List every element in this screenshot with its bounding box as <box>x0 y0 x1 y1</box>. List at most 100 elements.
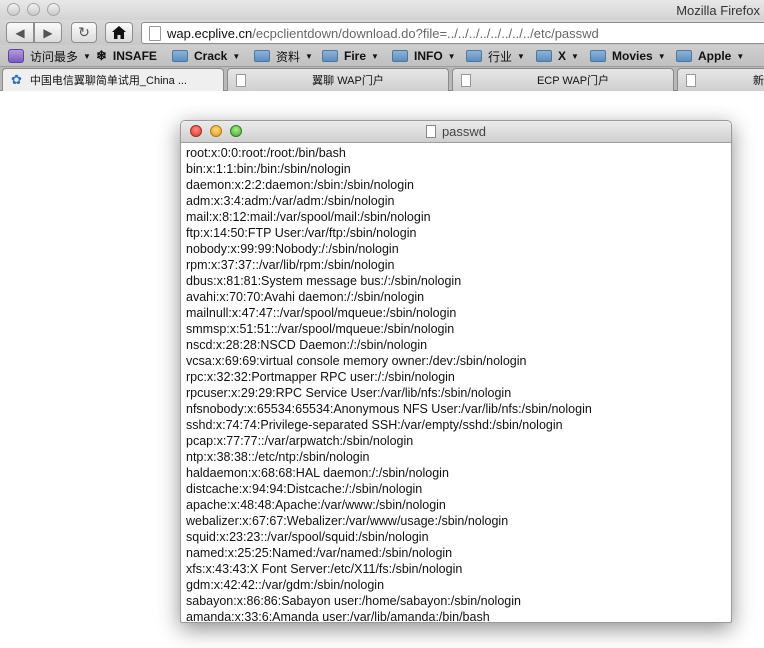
tab-yiliao-wap[interactable]: 翼聊 WAP门户 <box>227 68 449 91</box>
bookmark-label: Apple <box>698 49 732 63</box>
passwd-line: amanda:x:33:6:Amanda user:/var/lib/amand… <box>186 610 490 623</box>
bookmark-label: 行业 <box>488 49 513 64</box>
minimize-window-button[interactable] <box>27 3 40 16</box>
preview-title: passwd <box>181 124 731 139</box>
chevron-down-icon: ▼ <box>232 51 241 61</box>
chevron-down-icon: ▼ <box>371 51 379 61</box>
passwd-preview-window: passwd root:x:0:0:root:/root:/bin/bash bi… <box>180 120 732 623</box>
passwd-line: root:x:0:0:root:/root:/bin/bash <box>186 146 346 160</box>
chevron-down-icon: ▼ <box>447 51 456 61</box>
folder-icon <box>392 50 408 62</box>
bookmark-folder-fire[interactable]: Fire ▼ <box>322 48 379 64</box>
passwd-line: distcache:x:94:94:Distcache:/:/sbin/nolo… <box>186 482 423 496</box>
passwd-line: avahi:x:70:70:Avahi daemon:/:/sbin/nolog… <box>186 290 425 304</box>
url-bar[interactable]: wap.ecplive.cn/ecpclientdown/download.do… <box>141 22 764 44</box>
page-icon <box>149 25 161 41</box>
passwd-line: mail:x:8:12:mail:/var/spool/mail:/sbin/n… <box>186 210 431 224</box>
navigation-toolbar: ◀ ▶ ↻ wap.ecplive.cn/ecpclientdown/downl… <box>0 20 764 45</box>
passwd-line: dbus:x:81:81:System message bus:/:/sbin/… <box>186 274 462 288</box>
tab-label: 翼聊 WAP门户 <box>312 75 384 87</box>
forward-arrow-icon: ▶ <box>43 25 53 40</box>
tab-label: 中国电信翼聊简单试用_China ... <box>29 75 187 87</box>
passwd-line: ftp:x:14:50:FTP User:/var/ftp:/sbin/nolo… <box>186 226 417 240</box>
passwd-line: sabayon:x:86:86:Sabayon user:/home/sabay… <box>186 594 521 608</box>
bookmark-folder-apple[interactable]: Apple ▼ <box>676 48 744 64</box>
passwd-line: nobody:x:99:99:Nobody:/:/sbin/nologin <box>186 242 399 256</box>
passwd-line: bin:x:1:1:bin:/bin:/sbin/nologin <box>186 162 351 176</box>
passwd-line: daemon:x:2:2:daemon:/sbin:/sbin/nologin <box>186 178 414 192</box>
folder-icon <box>466 50 482 62</box>
folder-icon <box>536 50 552 62</box>
back-button[interactable]: ◀ <box>6 22 34 43</box>
reload-button[interactable]: ↻ <box>71 22 97 43</box>
folder-icon <box>322 50 338 62</box>
passwd-line: nscd:x:28:28:NSCD Daemon:/:/sbin/nologin <box>186 338 428 352</box>
passwd-line: rpm:x:37:37::/var/lib/rpm:/sbin/nologin <box>186 258 395 272</box>
home-icon <box>112 26 126 39</box>
bookmarks-toolbar: 访问最多 ▼ ❄ INSAFE Crack ▼ 资料 ▼ Fire ▼ INFO… <box>0 45 764 67</box>
bookmark-folder-crack[interactable]: Crack ▼ <box>172 48 240 64</box>
tab-ecp-wap[interactable]: ECP WAP门户 <box>452 68 674 91</box>
tab-new[interactable]: 新 <box>677 68 764 91</box>
most-visited-icon <box>8 49 24 63</box>
chevron-down-icon: ▼ <box>736 51 745 61</box>
folder-icon <box>172 50 188 62</box>
site-favicon-icon: ✿ <box>11 72 22 87</box>
passwd-line: rpcuser:x:29:29:RPC Service User:/var/li… <box>186 386 512 400</box>
forward-button[interactable]: ▶ <box>34 22 62 43</box>
window-title: Mozilla Firefox <box>676 3 760 18</box>
tab-label: ECP WAP门户 <box>536 75 610 87</box>
bookmark-most-visited[interactable]: 访问最多 ▼ <box>8 48 91 64</box>
tab-label: 新 <box>753 75 764 87</box>
bookmark-folder-movies[interactable]: Movies ▼ <box>590 48 666 64</box>
page-icon <box>461 73 471 87</box>
passwd-line: webalizer:x:67:67:Webalizer:/var/www/usa… <box>186 514 509 528</box>
passwd-line: ntp:x:38:38::/etc/ntp:/sbin/nologin <box>186 450 370 464</box>
passwd-line: smmsp:x:51:51::/var/spool/mqueue:/sbin/n… <box>186 322 455 336</box>
bookmark-label: 资料 <box>276 49 301 64</box>
folder-icon <box>254 50 270 62</box>
passwd-line: nfsnobody:x:65534:65534:Anonymous NFS Us… <box>186 402 592 416</box>
insafe-icon: ❄ <box>96 48 107 63</box>
bookmark-label: X <box>558 49 567 63</box>
chevron-down-icon: ▼ <box>517 51 525 61</box>
passwd-line: named:x:25:25:Named:/var/named:/sbin/nol… <box>186 546 453 560</box>
chevron-down-icon: ▼ <box>83 51 91 61</box>
bookmark-folder-x[interactable]: X ▼ <box>536 48 579 64</box>
passwd-line: sshd:x:74:74:Privilege-separated SSH:/va… <box>186 418 563 432</box>
passwd-line: xfs:x:43:43:X Font Server:/etc/X11/fs:/s… <box>186 562 463 576</box>
bookmark-folder-ziliao[interactable]: 资料 ▼ <box>254 48 313 64</box>
passwd-line: haldaemon:x:68:68:HAL daemon:/:/sbin/nol… <box>186 466 449 480</box>
passwd-line: apache:x:48:48:Apache:/var/www:/sbin/nol… <box>186 498 446 512</box>
url-path: /ecpclientdown/download.do?file=../../..… <box>252 25 599 41</box>
bookmark-folder-info[interactable]: INFO ▼ <box>392 48 456 64</box>
document-icon <box>425 125 436 138</box>
tab-bar: ✿ 中国电信翼聊简单试用_China ... 翼聊 WAP门户 ECP WAP门… <box>0 67 764 91</box>
passwd-line: rpc:x:32:32:Portmapper RPC user:/:/sbin/… <box>186 370 455 384</box>
page-icon <box>686 73 696 87</box>
preview-filename: passwd <box>441 124 487 139</box>
bookmark-label: Movies <box>612 49 653 63</box>
bookmark-label: Fire <box>344 49 367 63</box>
close-window-button[interactable] <box>7 3 20 16</box>
preview-title-bar[interactable]: passwd <box>181 121 731 143</box>
bookmark-insafe[interactable]: ❄ INSAFE <box>96 48 157 64</box>
passwd-line: squid:x:23:23::/var/spool/squid:/sbin/no… <box>186 530 429 544</box>
zoom-window-button[interactable] <box>47 3 60 16</box>
browser-title-bar: Mozilla Firefox <box>0 0 764 20</box>
passwd-line: gdm:x:42:42::/var/gdm:/sbin/nologin <box>186 578 385 592</box>
chevron-down-icon: ▼ <box>657 51 666 61</box>
back-arrow-icon: ◀ <box>15 25 25 40</box>
passwd-file-content: root:x:0:0:root:/root:/bin/bash bin:x:1:1… <box>181 143 731 623</box>
home-button[interactable] <box>105 22 133 43</box>
tab-china-telecom[interactable]: ✿ 中国电信翼聊简单试用_China ... <box>2 68 224 91</box>
bookmark-label: Crack <box>194 49 228 63</box>
page-icon <box>236 73 246 87</box>
passwd-line: pcap:x:77:77::/var/arpwatch:/sbin/nologi… <box>186 434 414 448</box>
passwd-line: mailnull:x:47:47::/var/spool/mqueue:/sbi… <box>186 306 457 320</box>
bookmark-folder-hangye[interactable]: 行业 ▼ <box>466 48 525 64</box>
bookmark-label: 访问最多 <box>30 49 79 64</box>
bookmark-label: INSAFE <box>112 49 157 63</box>
bookmark-label: INFO <box>414 49 443 63</box>
chevron-down-icon: ▼ <box>571 51 579 61</box>
